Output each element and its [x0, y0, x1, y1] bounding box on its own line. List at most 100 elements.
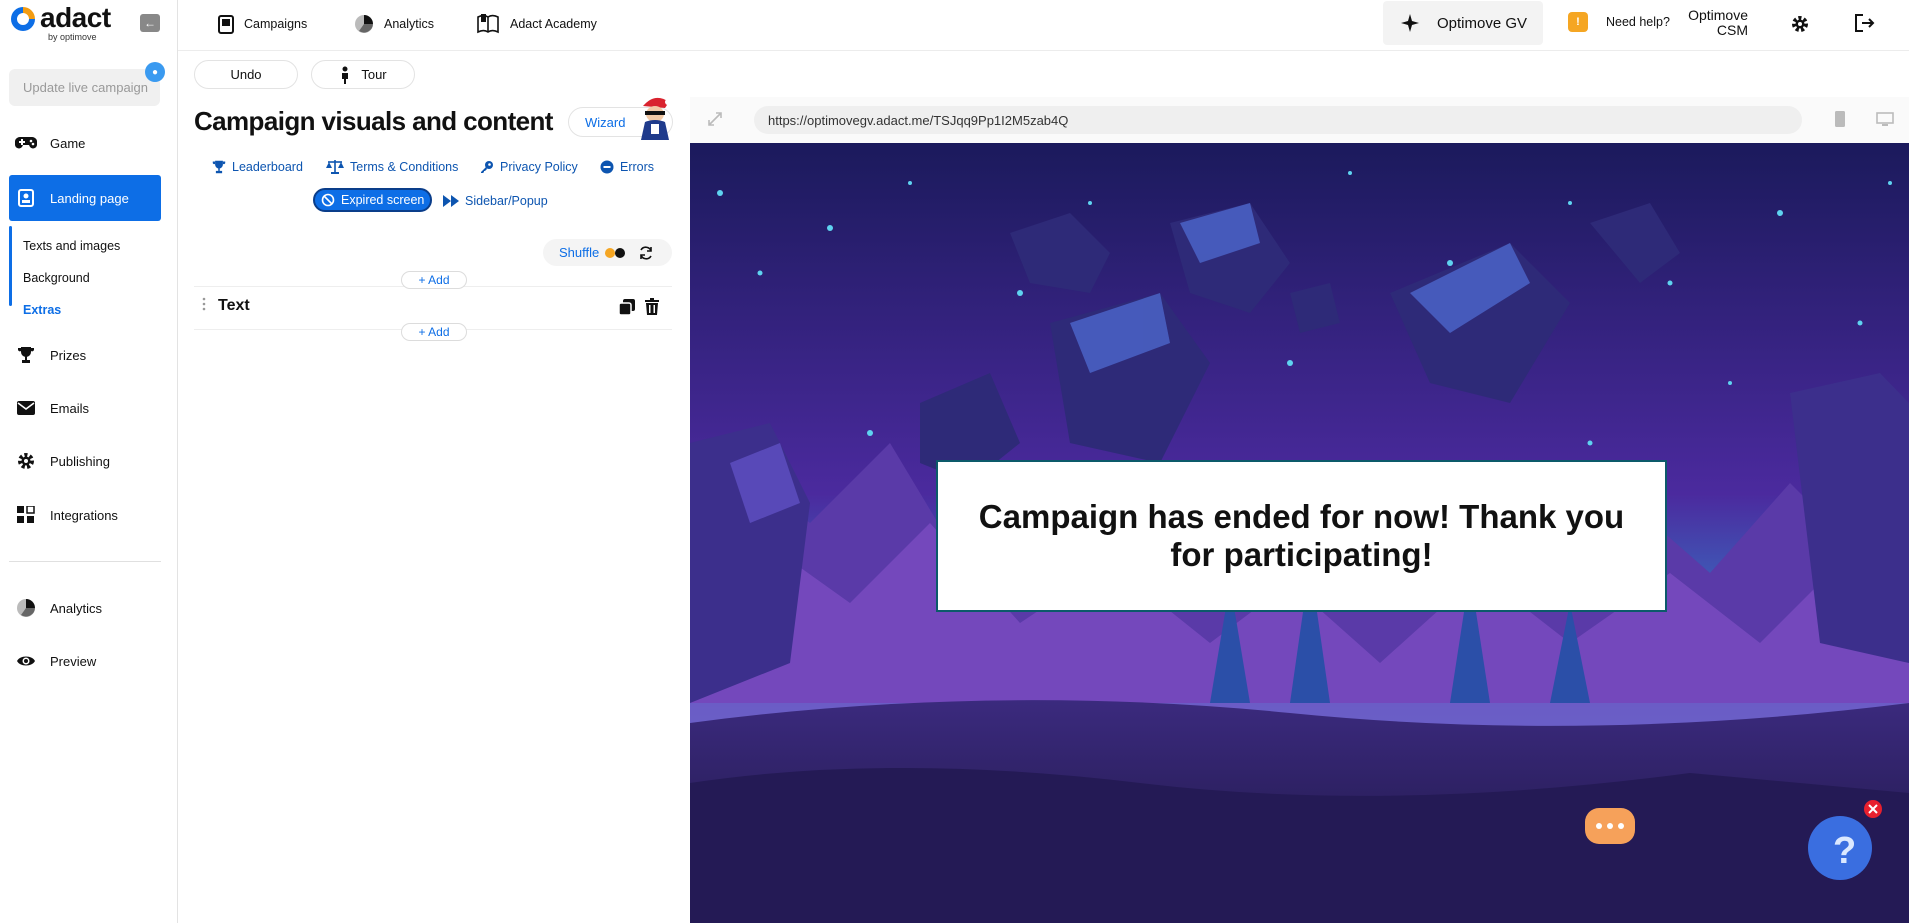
minus-circle-icon	[600, 160, 614, 174]
desktop-view-icon[interactable]	[1876, 112, 1894, 127]
header-link-adact-academy[interactable]: Adact Academy	[476, 12, 597, 36]
brand-name: adact	[40, 2, 111, 33]
expired-message-box[interactable]: Campaign has ended for now! Thank you fo…	[936, 460, 1667, 612]
settings-gear-icon[interactable]	[1791, 15, 1809, 33]
user-name: Optimove	[1688, 7, 1748, 23]
sidebar-item-label: Game	[50, 135, 86, 151]
wizard-label: Wizard	[585, 114, 626, 130]
header-link-label: Adact Academy	[510, 17, 597, 31]
add-block-button[interactable]: + Add	[401, 271, 467, 289]
pie-chart-icon	[354, 14, 374, 34]
sidebar-item-analytics[interactable]: Analytics	[9, 591, 161, 625]
add-block-button[interactable]: + Add	[401, 323, 467, 341]
help-link[interactable]: ! Need help?	[1568, 12, 1670, 32]
chat-bubbles-icon: ●	[145, 62, 165, 82]
submenu-indicator	[9, 226, 12, 306]
sidebar-item-label: Prizes	[50, 347, 87, 363]
tour-person-icon	[339, 66, 351, 84]
sidebar-subitem-texts-and-images[interactable]: Texts and images	[23, 239, 120, 253]
user-menu[interactable]: Optimove CSM	[1678, 8, 1748, 38]
shuffle-toggle[interactable]: Shuffle	[543, 239, 672, 266]
tour-button[interactable]: Tour	[311, 60, 415, 89]
drag-handle-icon[interactable]	[202, 297, 206, 311]
mobile-view-icon[interactable]	[1835, 111, 1845, 127]
tab-sidebar-popup[interactable]: Sidebar/Popup	[443, 189, 548, 213]
undo-label: Undo	[230, 67, 262, 82]
trophy-icon	[212, 160, 226, 174]
sidebar-item-integrations[interactable]: Integrations	[9, 498, 161, 532]
sidebar-item-label: Integrations	[50, 507, 118, 523]
shuffle-dot-icon	[615, 247, 626, 258]
update-live-campaign-button[interactable]: Update live campaign	[9, 69, 160, 106]
grid-icon	[14, 505, 38, 525]
brand-tagline: by optimove	[48, 32, 97, 42]
header-link-label: Campaigns	[244, 17, 308, 31]
trophy-icon	[14, 345, 38, 365]
adact-logo-icon	[11, 7, 35, 31]
tab-errors[interactable]: Errors	[600, 155, 654, 179]
tab-label: Errors	[620, 160, 655, 174]
account-name: Optimove GV	[1437, 14, 1528, 32]
sidebar-item-emails[interactable]: Emails	[9, 391, 161, 425]
tour-label: Tour	[361, 67, 387, 82]
key-icon	[480, 160, 494, 174]
sidebar: adact by optimove ← Update live campaign…	[0, 0, 178, 923]
sidebar-item-label: Analytics	[50, 600, 103, 616]
add-label: + Add	[418, 325, 450, 339]
sidebar-item-publishing[interactable]: Publishing	[9, 444, 161, 478]
sidebar-item-label: Emails	[50, 400, 90, 416]
sidebar-item-label: Publishing	[50, 453, 110, 469]
landing-page-icon	[14, 188, 38, 208]
shuffle-label: Shuffle	[559, 245, 600, 260]
ban-icon	[321, 193, 335, 207]
svg-text:?: ?	[1833, 830, 1856, 872]
envelope-icon	[14, 398, 38, 418]
sidebar-item-game[interactable]: Game	[9, 126, 161, 160]
tab-terms-and-conditions[interactable]: Terms & Conditions	[326, 155, 458, 179]
expand-icon[interactable]	[708, 112, 722, 126]
collapse-sidebar-button[interactable]: ←	[140, 14, 160, 32]
header-link-campaigns[interactable]: Campaigns	[218, 12, 307, 36]
wizard-mascot-icon	[635, 92, 675, 140]
sidebar-subitem-extras[interactable]: Extras	[23, 303, 61, 317]
gamepad-icon	[14, 133, 38, 153]
top-header: Campaigns Analytics Adact Academy Optimo…	[178, 0, 1909, 51]
update-live-campaign-label: Update live campaign	[23, 80, 149, 95]
fast-forward-icon	[443, 195, 459, 207]
tab-label: Terms & Conditions	[350, 160, 459, 174]
sidebar-item-landing-page[interactable]: Landing page	[9, 175, 161, 221]
refresh-icon[interactable]	[639, 245, 653, 260]
account-switcher[interactable]: Optimove GV	[1383, 1, 1543, 45]
sidebar-item-prizes[interactable]: Prizes	[9, 338, 161, 372]
tab-expired-screen[interactable]: Expired screen	[313, 188, 433, 212]
scale-icon	[326, 160, 344, 174]
pie-chart-icon	[14, 598, 38, 618]
header-link-analytics[interactable]: Analytics	[354, 12, 434, 36]
help-label: Need help?	[1606, 15, 1670, 29]
tab-privacy-policy[interactable]: Privacy Policy	[480, 155, 578, 179]
page-title: Campaign visuals and content	[194, 106, 553, 136]
tab-label: Sidebar/Popup	[465, 194, 548, 208]
add-label: + Add	[418, 273, 450, 287]
logout-icon[interactable]	[1853, 13, 1875, 33]
expired-message-text: Campaign has ended for now! Thank you fo…	[978, 498, 1625, 573]
duplicate-icon[interactable]	[619, 299, 635, 315]
sidebar-item-label: Preview	[50, 653, 97, 669]
preview-url: https://optimovegv.adact.me/TSJqq9Pp1I2M…	[768, 112, 1069, 128]
arrow-left-icon: ←	[144, 16, 156, 30]
preview-url-field[interactable]: https://optimovegv.adact.me/TSJqq9Pp1I2M…	[754, 106, 1802, 134]
open-book-icon	[476, 13, 500, 35]
tab-label: Privacy Policy	[500, 160, 578, 174]
undo-button[interactable]: Undo	[194, 60, 298, 89]
eye-icon	[14, 651, 38, 671]
tab-label: Leaderboard	[232, 160, 303, 174]
sidebar-item-label: Landing page	[50, 190, 129, 206]
tab-label: Expired screen	[341, 193, 425, 207]
trash-icon[interactable]	[645, 298, 659, 315]
book-icon	[218, 14, 234, 34]
brand-logo[interactable]: adact by optimove	[8, 2, 111, 42]
sidebar-item-preview[interactable]: Preview	[9, 644, 161, 678]
sparkle-icon	[1401, 14, 1419, 32]
tab-leaderboard[interactable]: Leaderboard	[212, 155, 303, 179]
sidebar-subitem-background[interactable]: Background	[23, 271, 90, 285]
